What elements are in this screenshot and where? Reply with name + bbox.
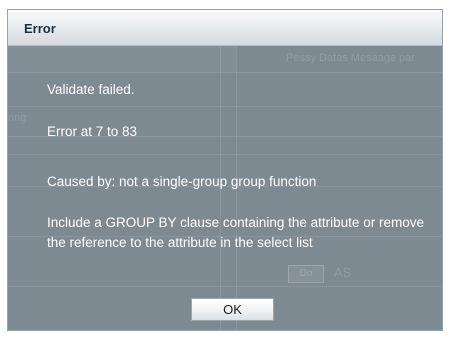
message-caused-by: Caused by: not a single-group group func… xyxy=(47,174,317,189)
background-header-panel xyxy=(8,46,236,72)
message-validate-failed: Validate failed. xyxy=(47,82,135,97)
background-divider xyxy=(8,286,442,287)
message-error-position: Error at 7 to 83 xyxy=(47,124,138,139)
dialog-titlebar: Error xyxy=(8,10,442,46)
dialog-title: Error xyxy=(24,21,56,36)
background-header-text: Pessy Datas Mesaage par xyxy=(286,52,416,64)
background-divider xyxy=(8,72,442,73)
background-divider xyxy=(8,154,442,155)
background-divider xyxy=(8,106,442,107)
background-left-label: ring xyxy=(8,112,27,124)
background-as-label: AS xyxy=(334,265,352,280)
ok-button[interactable]: OK xyxy=(191,298,274,321)
error-dialog: Error Pessy Datas Mesaage par ring Do AS… xyxy=(7,9,443,331)
background-button: Do xyxy=(288,265,324,283)
message-hint: Include a GROUP BY clause containing the… xyxy=(47,215,424,250)
